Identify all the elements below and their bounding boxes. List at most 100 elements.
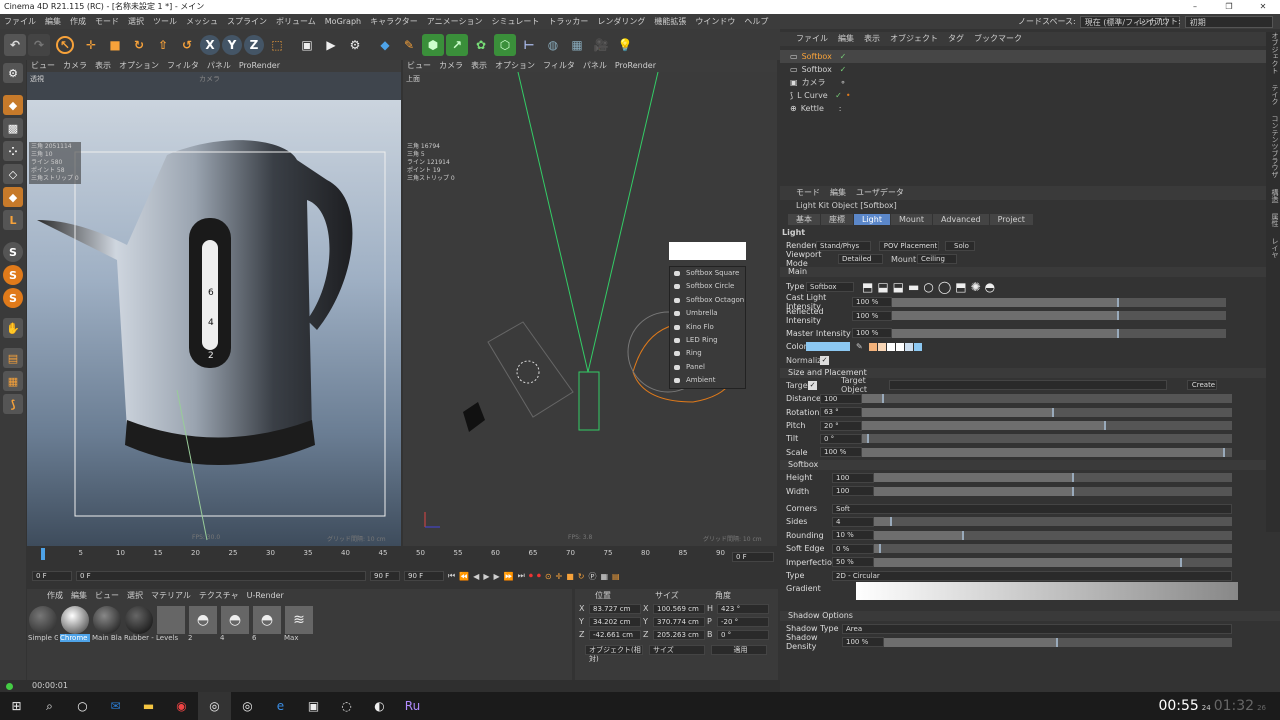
key-param-icon[interactable]: Ⓟ: [588, 571, 596, 582]
current-frame-field[interactable]: 0 F: [732, 552, 774, 562]
coords-apply-button[interactable]: 適用: [711, 645, 767, 655]
coordinate-system-icon[interactable]: ⬚: [266, 34, 288, 56]
play-icon[interactable]: ▶: [483, 572, 489, 581]
pitch-slider[interactable]: [862, 421, 1232, 431]
width-field[interactable]: 100: [832, 486, 874, 497]
menu-item[interactable]: ボリューム: [276, 14, 316, 29]
vp1-menu-filter[interactable]: フィルタ: [167, 60, 199, 72]
key-rotation-icon[interactable]: ↻: [578, 572, 585, 581]
pitch-field[interactable]: 20 °: [820, 420, 862, 431]
target-checkbox[interactable]: ✓: [808, 380, 817, 390]
grid-icon[interactable]: ▦: [3, 371, 23, 391]
app-icon[interactable]: ▣: [297, 692, 330, 720]
menu-item[interactable]: ファイル: [4, 14, 36, 29]
mat-menu-urender[interactable]: U-Render: [247, 589, 284, 602]
vp2-menu-filter[interactable]: フィルタ: [543, 60, 575, 72]
vp2-menu-view[interactable]: ビュー: [407, 60, 431, 72]
attr-menu-mode[interactable]: モード: [796, 186, 820, 200]
blender-icon[interactable]: ◐: [363, 692, 396, 720]
edge-icon[interactable]: e: [264, 692, 297, 720]
outlook-icon[interactable]: ✉: [99, 692, 132, 720]
om-menu-object[interactable]: オブジェクト: [890, 32, 938, 46]
end-frame-field[interactable]: 90 F: [404, 571, 444, 581]
chrome-icon[interactable]: ◉: [165, 692, 198, 720]
rotate-icon[interactable]: ↻: [128, 34, 150, 56]
create-button[interactable]: Create: [1187, 380, 1217, 391]
polygons-mode-icon[interactable]: ◆: [3, 187, 23, 207]
normalize-checkbox[interactable]: ✓: [820, 355, 829, 365]
menu-item[interactable]: アニメーション: [427, 14, 483, 29]
coords-value-field[interactable]: 83.727 cm: [589, 603, 641, 614]
width-slider[interactable]: [874, 486, 1232, 496]
object-row-kettle[interactable]: ⊕ Kettle:: [780, 102, 1280, 115]
corners-dropdown[interactable]: Soft: [832, 503, 1232, 514]
next-frame-icon[interactable]: ▶: [493, 572, 499, 581]
perspective-viewport[interactable]: ビュー カメラ 表示 オプション フィルタ パネル ProRender 透視 カ…: [27, 60, 401, 546]
vp1-menu-options[interactable]: オプション: [119, 60, 159, 72]
material-item[interactable]: Rubber -: [124, 606, 154, 642]
undo-icon[interactable]: ↶: [4, 33, 26, 56]
vp1-menu-view[interactable]: ビュー: [31, 60, 55, 72]
vp2-menu-camera[interactable]: カメラ: [439, 60, 463, 72]
material-item[interactable]: ◓ 4: [220, 606, 250, 642]
texture-mode-icon[interactable]: ▩: [3, 118, 23, 138]
shadowdensity-slider[interactable]: [884, 637, 1232, 647]
tab-advanced[interactable]: Advanced: [933, 214, 989, 225]
object-row-softbox-2[interactable]: ▭ Softbox ✓: [780, 63, 1280, 76]
vtab-takes[interactable]: テイク: [1271, 84, 1279, 105]
om-menu-view[interactable]: 表示: [864, 32, 880, 46]
menu-item[interactable]: ウインドウ: [695, 14, 735, 29]
mat-menu-texture[interactable]: テクスチャ: [199, 589, 239, 602]
viewport-mode-dropdown[interactable]: Detailed: [838, 254, 883, 265]
coords-value-field[interactable]: 0 °: [717, 629, 769, 640]
z-axis-icon[interactable]: Z: [244, 34, 264, 55]
camera-tag-icon[interactable]: ⚬: [840, 78, 847, 87]
coords-value-field[interactable]: -20 °: [717, 616, 769, 627]
preview-end-field[interactable]: 90 F: [370, 571, 400, 581]
material-item[interactable]: ◓ 2: [188, 606, 218, 642]
reflected-field[interactable]: 100 %: [852, 310, 892, 321]
menu-item[interactable]: キャラクター: [370, 14, 418, 29]
mount-dropdown[interactable]: Ceiling: [917, 254, 957, 265]
field-icon[interactable]: ⊢: [518, 34, 540, 56]
light-icon[interactable]: 💡: [614, 34, 636, 56]
rounding-slider[interactable]: [874, 530, 1232, 540]
pen-icon[interactable]: ✎: [398, 34, 420, 56]
vp1-menu-camera[interactable]: カメラ: [63, 60, 87, 72]
pov-placement-button[interactable]: POV Placement: [879, 240, 939, 251]
mat-menu-create[interactable]: 作成: [47, 589, 63, 602]
snap-settings-icon[interactable]: S: [3, 265, 23, 285]
cinema4d-alt-icon[interactable]: ◎: [231, 692, 264, 720]
visibility-check-icon[interactable]: ✓: [835, 91, 842, 100]
eyedropper-icon[interactable]: ✎: [856, 342, 863, 351]
height-field[interactable]: 100: [832, 472, 874, 483]
scale-field[interactable]: 100 %: [820, 447, 862, 458]
distance-slider[interactable]: [862, 394, 1232, 404]
menu-item[interactable]: スプライン: [227, 14, 267, 29]
coords-value-field[interactable]: -42.661 cm: [589, 629, 641, 640]
menu-panel[interactable]: Panel: [670, 361, 745, 374]
menu-item[interactable]: トラッカー: [548, 14, 588, 29]
section-main[interactable]: Main: [780, 266, 1280, 277]
search-icon[interactable]: ⌕: [33, 692, 66, 720]
material-item[interactable]: Chrome: [60, 606, 90, 642]
mat-menu-view[interactable]: ビュー: [95, 589, 119, 602]
material-item[interactable]: Levels: [156, 606, 186, 642]
mat-menu-material[interactable]: マテリアル: [151, 589, 191, 602]
menu-softbox-circle[interactable]: Softbox Circle: [670, 280, 745, 293]
master-field[interactable]: 100 %: [852, 328, 892, 339]
cube-icon[interactable]: ◆: [374, 34, 396, 56]
color-swatch[interactable]: [806, 342, 850, 352]
deformer-icon[interactable]: ↗: [446, 33, 468, 56]
recent-tool-icon[interactable]: ↺: [176, 34, 198, 56]
vp1-menu-prorender[interactable]: ProRender: [239, 60, 280, 72]
menu-item[interactable]: 編集: [45, 14, 61, 29]
menu-item[interactable]: メッシュ: [186, 14, 218, 29]
menu-item[interactable]: モード: [95, 14, 119, 29]
material-item[interactable]: ≋ Max: [284, 606, 314, 642]
close-button[interactable]: ✕: [1246, 0, 1280, 14]
key-scale-icon[interactable]: ■: [566, 572, 574, 581]
menu-item[interactable]: ツール: [153, 14, 177, 29]
material-item[interactable]: Main Bla: [92, 606, 122, 642]
x-axis-icon[interactable]: X: [200, 34, 220, 55]
